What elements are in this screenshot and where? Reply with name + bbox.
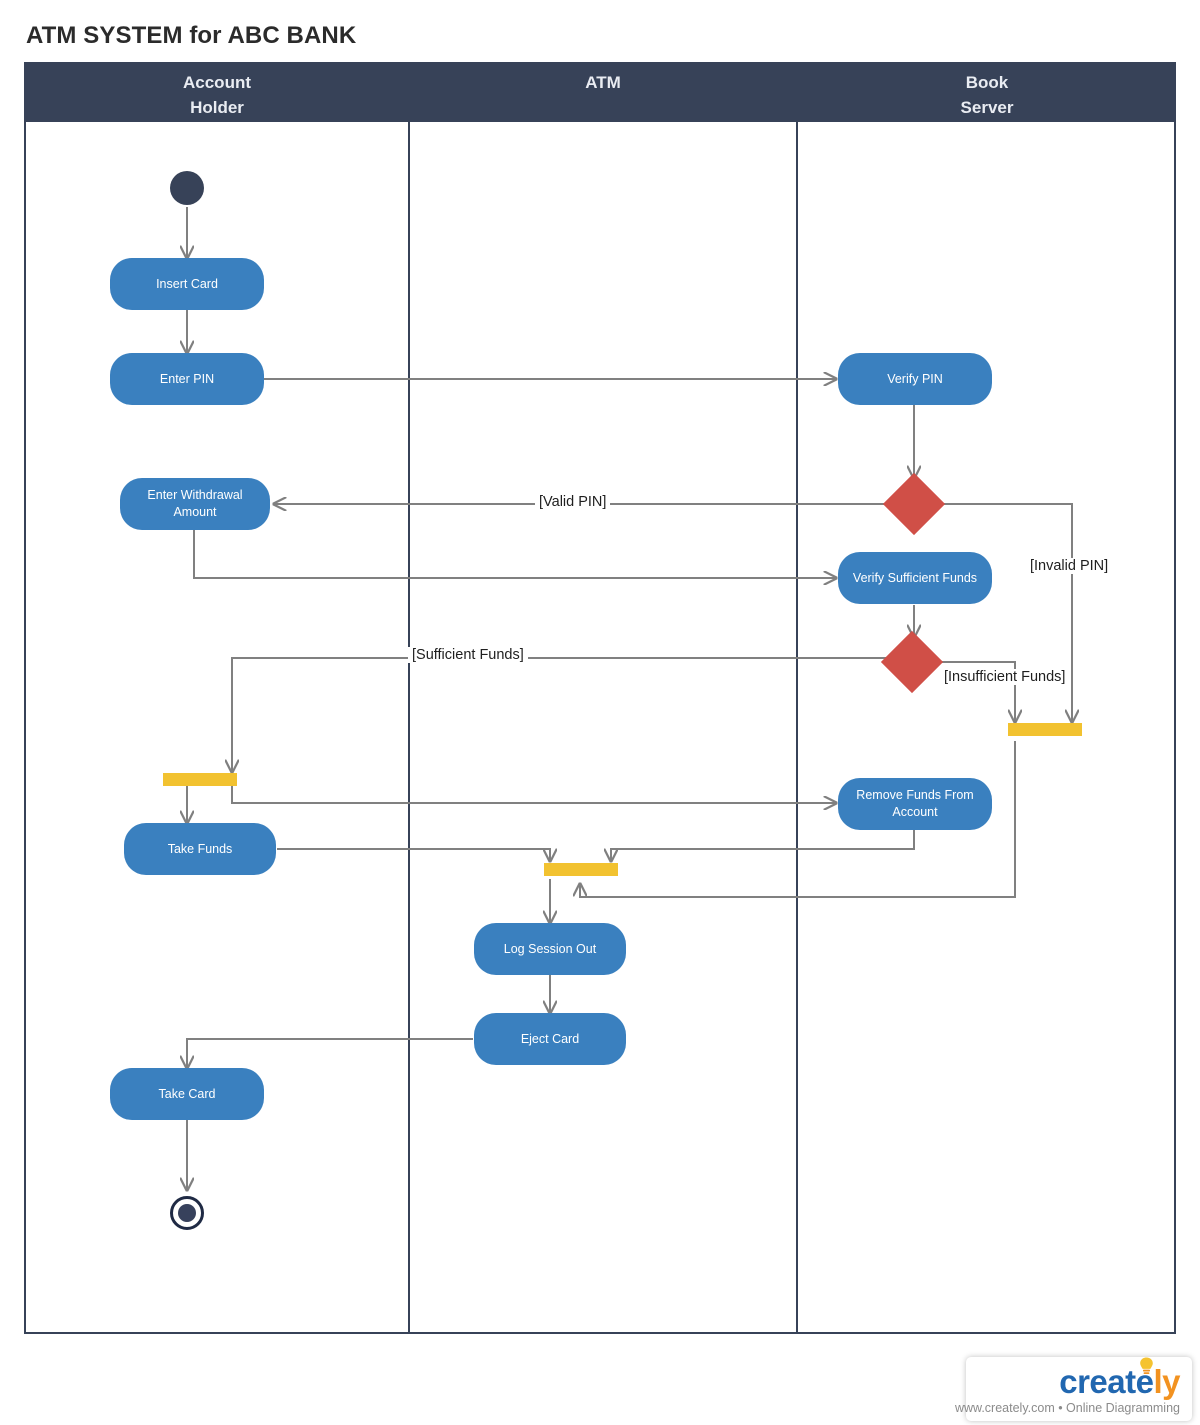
page-title: ATM SYSTEM for ABC BANK (26, 22, 357, 49)
activity-enter-withdrawal-amount[interactable]: Enter Withdrawal Amount (120, 478, 270, 530)
initial-node (170, 171, 204, 205)
activity-insert-card[interactable]: Insert Card (110, 258, 264, 310)
lane-divider-1 (408, 122, 410, 1332)
edge-label-sufficient-funds: [Sufficient Funds] (408, 647, 528, 663)
edge-label-insufficient-funds: [Insufficient Funds] (940, 669, 1070, 685)
edge-label-invalid-pin: [Invalid PIN] (1026, 558, 1113, 574)
activity-log-session-out[interactable]: Log Session Out (474, 923, 626, 975)
activity-remove-funds-from-account[interactable]: Remove Funds From Account (838, 778, 992, 830)
activity-take-funds[interactable]: Take Funds (124, 823, 276, 875)
lane-header-atm: ATM (585, 73, 621, 92)
logo-tagline: www.creately.com • Online Diagramming (954, 1401, 1180, 1415)
activity-enter-pin[interactable]: Enter PIN (110, 353, 264, 405)
creately-wordmark: creately (1059, 1365, 1180, 1398)
logo-word-part2: ly (1153, 1363, 1180, 1400)
activity-eject-card[interactable]: Eject Card (474, 1013, 626, 1065)
creately-logo[interactable]: creately www.creately.com • Online Diagr… (955, 1357, 1192, 1421)
edge-label-valid-pin: [Valid PIN] (535, 494, 611, 510)
lane-header-book-server: Book Server (960, 73, 1014, 117)
swimlane-frame: Account Holder ATM Book Server (24, 62, 1176, 1334)
activity-verify-pin[interactable]: Verify PIN (838, 353, 992, 405)
join-bar-left (163, 773, 237, 786)
join-bar-center (544, 863, 618, 876)
activity-verify-sufficient-funds[interactable]: Verify Sufficient Funds (838, 552, 992, 604)
lane-divider-2 (796, 122, 798, 1332)
final-node (170, 1196, 204, 1230)
logo-word-part1: create (1059, 1363, 1154, 1400)
diagram-page: ATM SYSTEM for ABC BANK Account Holder A… (0, 0, 1200, 1425)
join-bar-right (1008, 723, 1082, 736)
lane-header-account-holder: Account Holder (183, 73, 251, 117)
activity-take-card[interactable]: Take Card (110, 1068, 264, 1120)
swimlane-header-band: Account Holder ATM Book Server (26, 64, 1174, 122)
